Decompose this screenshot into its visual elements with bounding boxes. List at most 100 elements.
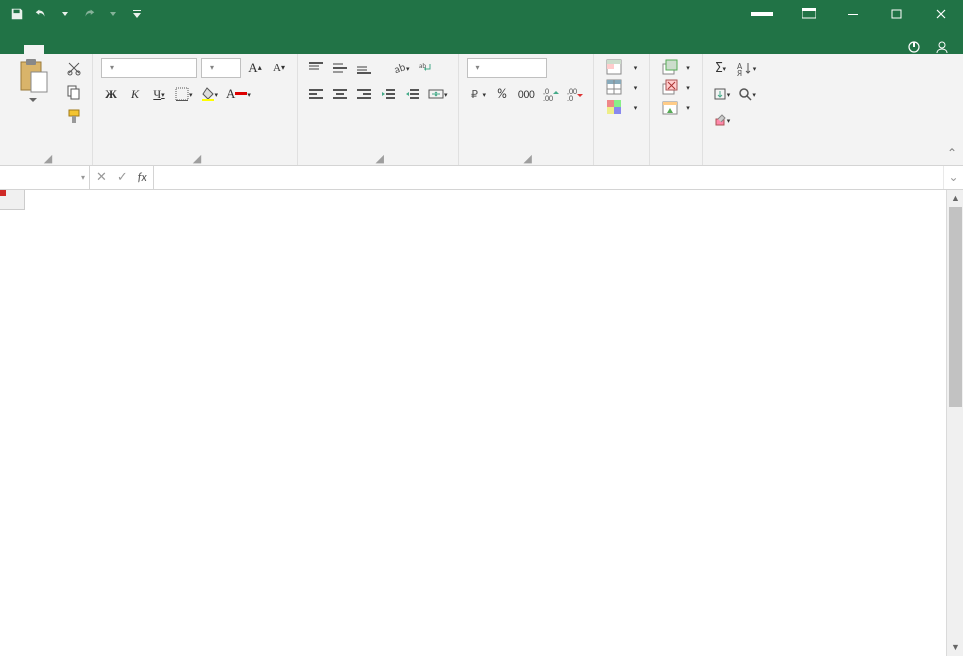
increase-indent-icon[interactable] bbox=[402, 84, 422, 104]
dialog-launcher-icon[interactable]: ◢ bbox=[523, 153, 533, 163]
group-styles: ▾ ▾ ▾ bbox=[594, 54, 651, 165]
scroll-thumb[interactable] bbox=[949, 207, 962, 407]
close-icon[interactable] bbox=[919, 0, 963, 28]
wrap-text-icon[interactable]: ab bbox=[416, 58, 436, 78]
group-font: ▾ ▾ A▴ A▾ Ж К Ч ▾ ▾ ▾ А▾ ◢ bbox=[93, 54, 298, 165]
align-bottom-icon[interactable] bbox=[354, 58, 374, 78]
grow-font-icon[interactable]: A▴ bbox=[245, 58, 265, 78]
autosum-icon[interactable]: Σ ▾ bbox=[711, 58, 731, 78]
svg-text:₽: ₽ bbox=[471, 88, 478, 101]
clear-icon[interactable]: ▾ bbox=[711, 110, 733, 130]
formula-input[interactable] bbox=[154, 166, 943, 189]
tab-formulas[interactable] bbox=[84, 45, 104, 54]
align-right-icon[interactable] bbox=[354, 84, 374, 104]
svg-text:,0: ,0 bbox=[567, 94, 573, 101]
align-left-icon[interactable] bbox=[306, 84, 326, 104]
dialog-launcher-icon[interactable]: ◢ bbox=[375, 153, 385, 163]
fx-icon[interactable]: fx bbox=[138, 171, 147, 185]
undo-dropdown-icon[interactable] bbox=[54, 3, 76, 25]
name-box[interactable]: ▾ bbox=[0, 166, 90, 189]
align-center-icon[interactable] bbox=[330, 84, 350, 104]
tab-review[interactable] bbox=[124, 45, 144, 54]
find-icon[interactable]: ▾ bbox=[736, 84, 758, 104]
tab-home[interactable] bbox=[24, 45, 44, 54]
spreadsheet-grid: ▲ ▼ bbox=[0, 190, 963, 656]
fill-color-icon[interactable]: ▾ bbox=[199, 84, 221, 104]
vertical-scrollbar[interactable]: ▲ ▼ bbox=[946, 190, 963, 656]
insert-cells-button[interactable]: ▾ bbox=[658, 58, 694, 76]
align-top-icon[interactable] bbox=[306, 58, 326, 78]
tab-page-layout[interactable] bbox=[64, 45, 84, 54]
save-icon[interactable] bbox=[6, 3, 28, 25]
fill-icon[interactable]: ▾ bbox=[711, 84, 733, 104]
format-painter-icon[interactable] bbox=[64, 106, 84, 126]
select-all-button[interactable] bbox=[0, 190, 25, 210]
underline-icon[interactable]: Ч ▾ bbox=[149, 84, 169, 104]
group-alignment: ab▾ ab ▾ ◢ bbox=[298, 54, 459, 165]
delete-cells-button[interactable]: ▾ bbox=[658, 78, 694, 96]
title-bar bbox=[0, 0, 963, 28]
chevron-down-icon bbox=[29, 98, 37, 102]
shrink-font-icon[interactable]: A▾ bbox=[269, 58, 289, 78]
font-name-combo[interactable]: ▾ bbox=[101, 58, 197, 78]
redo-dropdown-icon[interactable] bbox=[102, 3, 124, 25]
copy-icon[interactable] bbox=[64, 82, 84, 102]
accounting-format-icon[interactable]: ₽▾ bbox=[467, 84, 489, 104]
tell-me-button[interactable] bbox=[907, 40, 925, 54]
font-size-combo[interactable]: ▾ bbox=[201, 58, 241, 78]
qat-customize-icon[interactable] bbox=[126, 3, 148, 25]
increase-decimal-icon[interactable]: ,0,00 bbox=[541, 84, 561, 104]
conditional-format-button[interactable]: ▾ bbox=[602, 58, 642, 76]
group-editing: Σ ▾AЯ▾ ▾▾ ▾ bbox=[703, 54, 767, 165]
italic-icon[interactable]: К bbox=[125, 84, 145, 104]
merge-icon[interactable]: ▾ bbox=[426, 84, 450, 104]
formula-bar: ▾ ✕ ✓ fx ⌄ bbox=[0, 166, 963, 190]
sort-filter-icon[interactable]: AЯ▾ bbox=[735, 58, 759, 78]
align-middle-icon[interactable] bbox=[330, 58, 350, 78]
tab-file[interactable] bbox=[4, 45, 24, 54]
quick-access-toolbar bbox=[0, 3, 148, 25]
cut-icon[interactable] bbox=[64, 58, 84, 78]
borders-icon[interactable]: ▾ bbox=[173, 84, 195, 104]
menu-tabs bbox=[0, 28, 963, 54]
cell-styles-button[interactable]: ▾ bbox=[602, 98, 642, 116]
collapse-ribbon-icon[interactable]: ⌃ bbox=[947, 146, 957, 161]
comma-icon[interactable]: 000 bbox=[516, 84, 537, 104]
scroll-up-icon[interactable]: ▲ bbox=[947, 190, 963, 207]
group-number: ▾ ₽▾ % 000 ,0,00 ,00,0 ◢ bbox=[459, 54, 594, 165]
dialog-launcher-icon[interactable]: ◢ bbox=[192, 153, 202, 163]
ribbon: ◢ ▾ ▾ A▴ A▾ Ж К Ч ▾ ▾ ▾ А▾ bbox=[0, 54, 963, 166]
svg-text:ab: ab bbox=[392, 61, 406, 75]
group-clipboard: ◢ bbox=[0, 54, 93, 165]
cancel-formula-icon[interactable]: ✕ bbox=[96, 170, 107, 185]
group-cells: ▾ ▾ ▾ bbox=[650, 54, 703, 165]
format-cells-button[interactable]: ▾ bbox=[658, 98, 694, 116]
tab-help[interactable] bbox=[184, 45, 204, 54]
window-buttons bbox=[751, 0, 963, 28]
ribbon-options-icon[interactable] bbox=[787, 0, 831, 28]
tab-developer[interactable] bbox=[164, 45, 184, 54]
orientation-icon[interactable]: ab▾ bbox=[390, 58, 412, 78]
svg-text:Я: Я bbox=[737, 68, 742, 76]
scroll-down-icon[interactable]: ▼ bbox=[947, 639, 963, 656]
maximize-icon[interactable] bbox=[875, 0, 919, 28]
format-as-table-button[interactable]: ▾ bbox=[602, 78, 642, 96]
signin-button[interactable] bbox=[751, 12, 773, 16]
decrease-decimal-icon[interactable]: ,00,0 bbox=[565, 84, 585, 104]
percent-icon[interactable]: % bbox=[492, 84, 512, 104]
number-format-combo[interactable]: ▾ bbox=[467, 58, 547, 78]
bold-icon[interactable]: Ж bbox=[101, 84, 121, 104]
undo-icon[interactable] bbox=[30, 3, 52, 25]
dialog-launcher-icon[interactable]: ◢ bbox=[43, 153, 53, 163]
font-color-icon[interactable]: А▾ bbox=[224, 84, 253, 104]
paste-button[interactable] bbox=[8, 58, 58, 102]
minimize-icon[interactable] bbox=[831, 0, 875, 28]
tab-data[interactable] bbox=[104, 45, 124, 54]
tab-insert[interactable] bbox=[44, 45, 64, 54]
redo-icon[interactable] bbox=[78, 3, 100, 25]
share-button[interactable] bbox=[935, 40, 953, 54]
decrease-indent-icon[interactable] bbox=[378, 84, 398, 104]
tab-view[interactable] bbox=[144, 45, 164, 54]
enter-formula-icon[interactable]: ✓ bbox=[117, 170, 128, 185]
expand-formula-bar-icon[interactable]: ⌄ bbox=[943, 166, 963, 189]
